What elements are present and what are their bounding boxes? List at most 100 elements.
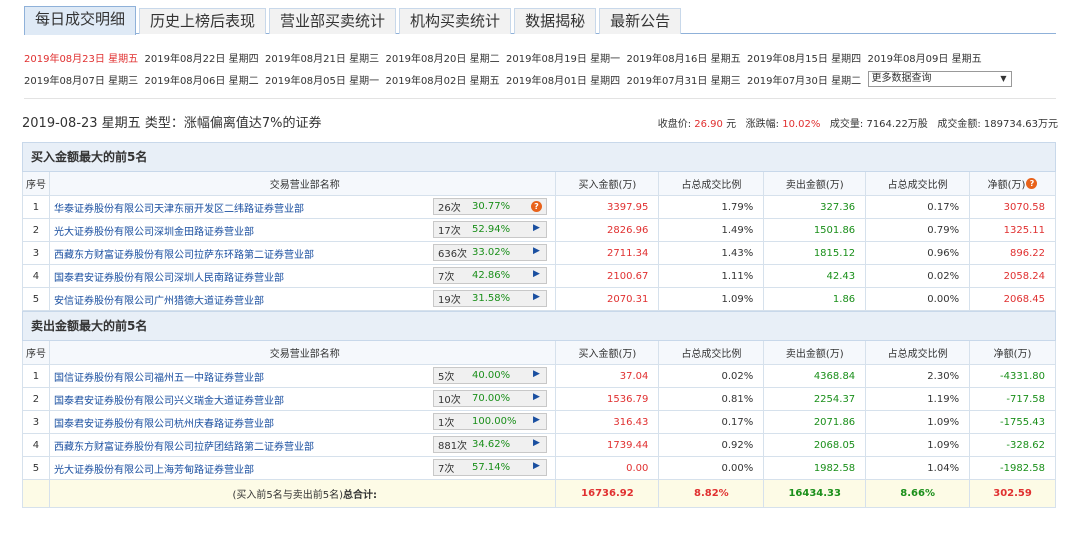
date-link[interactable]: 2019年08月05日 星期一 <box>265 72 386 87</box>
date-link[interactable]: 2019年08月21日 星期三 <box>265 50 386 65</box>
play-icon[interactable]: ▶ <box>533 415 540 425</box>
rank-stat-button[interactable]: 5次 40.00% ▶ <box>432 367 547 384</box>
dept-name-link[interactable]: 光大证券股份有限公司深圳金田路证券营业部 <box>54 223 254 238</box>
win-rate: 52.94% <box>471 224 511 235</box>
row-number: 5 <box>23 457 50 479</box>
row-number: 4 <box>23 265 50 287</box>
help-icon[interactable]: ? <box>530 201 542 212</box>
appear-count: 7次 <box>437 272 455 283</box>
sell-ratio: 0.79% <box>866 219 971 241</box>
date-link[interactable]: 2019年07月30日 星期二 <box>747 72 868 87</box>
date-link[interactable]: 2019年08月07日 星期三 <box>24 72 145 87</box>
buy-ratio: 0.81% <box>659 388 765 410</box>
dept-name-link[interactable]: 光大证券股份有限公司上海芳甸路证券营业部 <box>54 461 254 476</box>
play-icon[interactable]: ▶ <box>533 292 540 302</box>
dept-name-link[interactable]: 华泰证券股份有限公司天津东丽开发区二纬路证券营业部 <box>54 200 304 215</box>
sell-ratio: 0.02% <box>866 265 971 287</box>
help-icon[interactable]: ? <box>1026 178 1038 189</box>
play-icon[interactable]: ▶ <box>533 269 540 279</box>
col-header: 序号 <box>23 172 50 195</box>
dept-name-link[interactable]: 国泰君安证券股份有限公司兴义瑞金大道证券营业部 <box>54 392 284 407</box>
dept-cell: 光大证券股份有限公司上海芳甸路证券营业部 7次 57.14% ▶ <box>50 457 557 479</box>
rank-stat-button[interactable]: 636次 33.02% ▶ <box>432 244 547 261</box>
table-row: 5 光大证券股份有限公司上海芳甸路证券营业部 7次 57.14% ▶ 0.00 0.00% 1… <box>22 457 1056 480</box>
play-icon[interactable]: ▶ <box>533 392 540 402</box>
tab-history-performance[interactable]: 历史上榜后表现 <box>139 8 267 34</box>
appear-count: 881次 <box>437 441 468 452</box>
play-icon[interactable]: ▶ <box>533 223 540 233</box>
date-row: 2019年08月07日 星期三 2019年08月06日 星期二 2019年08月… <box>24 68 1064 90</box>
col-header-net: 净额(万)? <box>970 172 1057 195</box>
tab-announcements[interactable]: 最新公告 <box>599 8 682 34</box>
sell-ratio: 0.17% <box>866 196 971 218</box>
rank-stat-button[interactable]: 26次 30.77%? <box>432 198 547 215</box>
dept-cell: 国信证券股份有限公司福州五一中路证券营业部 5次 40.00% ▶ <box>50 365 557 387</box>
sell-amount: 2068.05 <box>764 434 867 456</box>
sell-amount: 42.43 <box>764 265 867 287</box>
dept-name-link[interactable]: 西藏东方财富证券股份有限公司拉萨东环路第二证券营业部 <box>54 246 314 261</box>
net-amount: -4331.80 <box>970 365 1056 387</box>
net-amount: -1755.43 <box>970 411 1056 433</box>
dept-name-link[interactable]: 国信证券股份有限公司福州五一中路证券营业部 <box>54 369 264 384</box>
win-rate: 31.58% <box>471 293 511 304</box>
close-label: 收盘价: <box>657 119 692 130</box>
divider <box>24 98 1056 99</box>
rank-stat-button[interactable]: 1次 100.00% ▶ <box>432 413 547 430</box>
sell-amount: 1815.12 <box>764 242 867 264</box>
sell-ratio: 1.04% <box>866 457 971 479</box>
buy-ratio: 1.79% <box>659 196 765 218</box>
rank-stat-button[interactable]: 881次 34.62% ▶ <box>432 436 547 453</box>
dept-name-link[interactable]: 国泰君安证券股份有限公司杭州庆春路证券营业部 <box>54 415 274 430</box>
table-row: 2 光大证券股份有限公司深圳金田路证券营业部 17次 52.94% ▶ 2826.96 1.… <box>22 219 1056 242</box>
rank-stat-button[interactable]: 7次 42.86% ▶ <box>432 267 547 284</box>
date-link[interactable]: 2019年08月06日 星期二 <box>145 72 266 87</box>
date-link[interactable]: 2019年08月01日 星期四 <box>506 72 627 87</box>
rank-stat-button[interactable]: 10次 70.00% ▶ <box>432 390 547 407</box>
play-icon[interactable]: ▶ <box>533 369 540 379</box>
net-amount: 1325.11 <box>970 219 1056 241</box>
date-link[interactable]: 2019年08月02日 星期五 <box>386 72 507 87</box>
win-rate: 42.86% <box>471 270 511 281</box>
sell-amount: 2071.86 <box>764 411 867 433</box>
table-row: 2 国泰君安证券股份有限公司兴义瑞金大道证券营业部 10次 70.00% ▶ 1536.7… <box>22 388 1056 411</box>
date-link[interactable]: 2019年08月22日 星期四 <box>145 50 266 65</box>
win-rate: 100.00% <box>471 416 517 427</box>
tab-institution-stats[interactable]: 机构买卖统计 <box>399 8 512 34</box>
col-header: 序号 <box>23 341 50 364</box>
dept-name-link[interactable]: 西藏东方财富证券股份有限公司拉萨团结路第二证券营业部 <box>54 438 314 453</box>
date-link[interactable]: 2019年08月23日 星期五 <box>24 50 145 65</box>
date-link[interactable]: 2019年08月16日 星期五 <box>627 50 748 65</box>
play-icon[interactable]: ▶ <box>533 246 540 256</box>
dept-cell: 西藏东方财富证券股份有限公司拉萨东环路第二证券营业部 636次 33.02% ▶ <box>50 242 557 264</box>
date-link[interactable]: 2019年07月31日 星期三 <box>627 72 748 87</box>
play-icon[interactable]: ▶ <box>533 461 540 471</box>
row-number: 3 <box>23 242 50 264</box>
tab-dept-stats[interactable]: 营业部买卖统计 <box>269 8 397 34</box>
rank-stat-button[interactable]: 19次 31.58% ▶ <box>432 290 547 307</box>
dept-name-link[interactable]: 安信证券股份有限公司广州猎德大道证券营业部 <box>54 292 264 307</box>
date-link[interactable]: 2019年08月09日 星期五 <box>868 50 989 65</box>
col-header: 买入金额(万) <box>556 341 660 364</box>
date-link[interactable]: 2019年08月19日 星期一 <box>506 50 627 65</box>
date-link[interactable]: 2019年08月20日 星期二 <box>386 50 507 65</box>
play-icon[interactable]: ▶ <box>533 438 540 448</box>
date-list: 2019年08月23日 星期五 2019年08月22日 星期四 2019年08月… <box>24 46 1064 90</box>
trade-table: 买入金额最大的前5名 序号 交易营业部名称 买入金额(万) 占总成交比例 卖出金… <box>22 142 1057 508</box>
total-net: 302.59 <box>970 480 1057 507</box>
table-row: 5 安信证券股份有限公司广州猎德大道证券营业部 19次 31.58% ▶ 2070.31 1… <box>22 288 1056 311</box>
more-data-select[interactable]: 更多数据查询 ▼ <box>867 71 1012 87</box>
dept-name-link[interactable]: 国泰君安证券股份有限公司深圳人民南路证券营业部 <box>54 269 284 284</box>
rank-stat-button[interactable]: 17次 52.94% ▶ <box>432 221 547 238</box>
total-label-b: 总合计: <box>342 490 377 501</box>
col-header: 卖出金额(万) <box>764 341 867 364</box>
tab-data-reveal[interactable]: 数据揭秘 <box>514 8 597 34</box>
rank-stat-button[interactable]: 7次 57.14% ▶ <box>432 459 547 476</box>
appear-count: 17次 <box>437 226 461 237</box>
row-number: 1 <box>23 196 50 218</box>
buy-ratio: 1.49% <box>659 219 765 241</box>
stock-info-bar: 2019-08-23 星期五 类型：涨幅偏离值达7%的证券 收盘价: 26.90… <box>22 112 1058 131</box>
total-blank <box>23 480 50 507</box>
appear-count: 636次 <box>437 249 468 260</box>
tab-daily-detail[interactable]: 每日成交明细 <box>24 6 137 35</box>
date-link[interactable]: 2019年08月15日 星期四 <box>747 50 868 65</box>
